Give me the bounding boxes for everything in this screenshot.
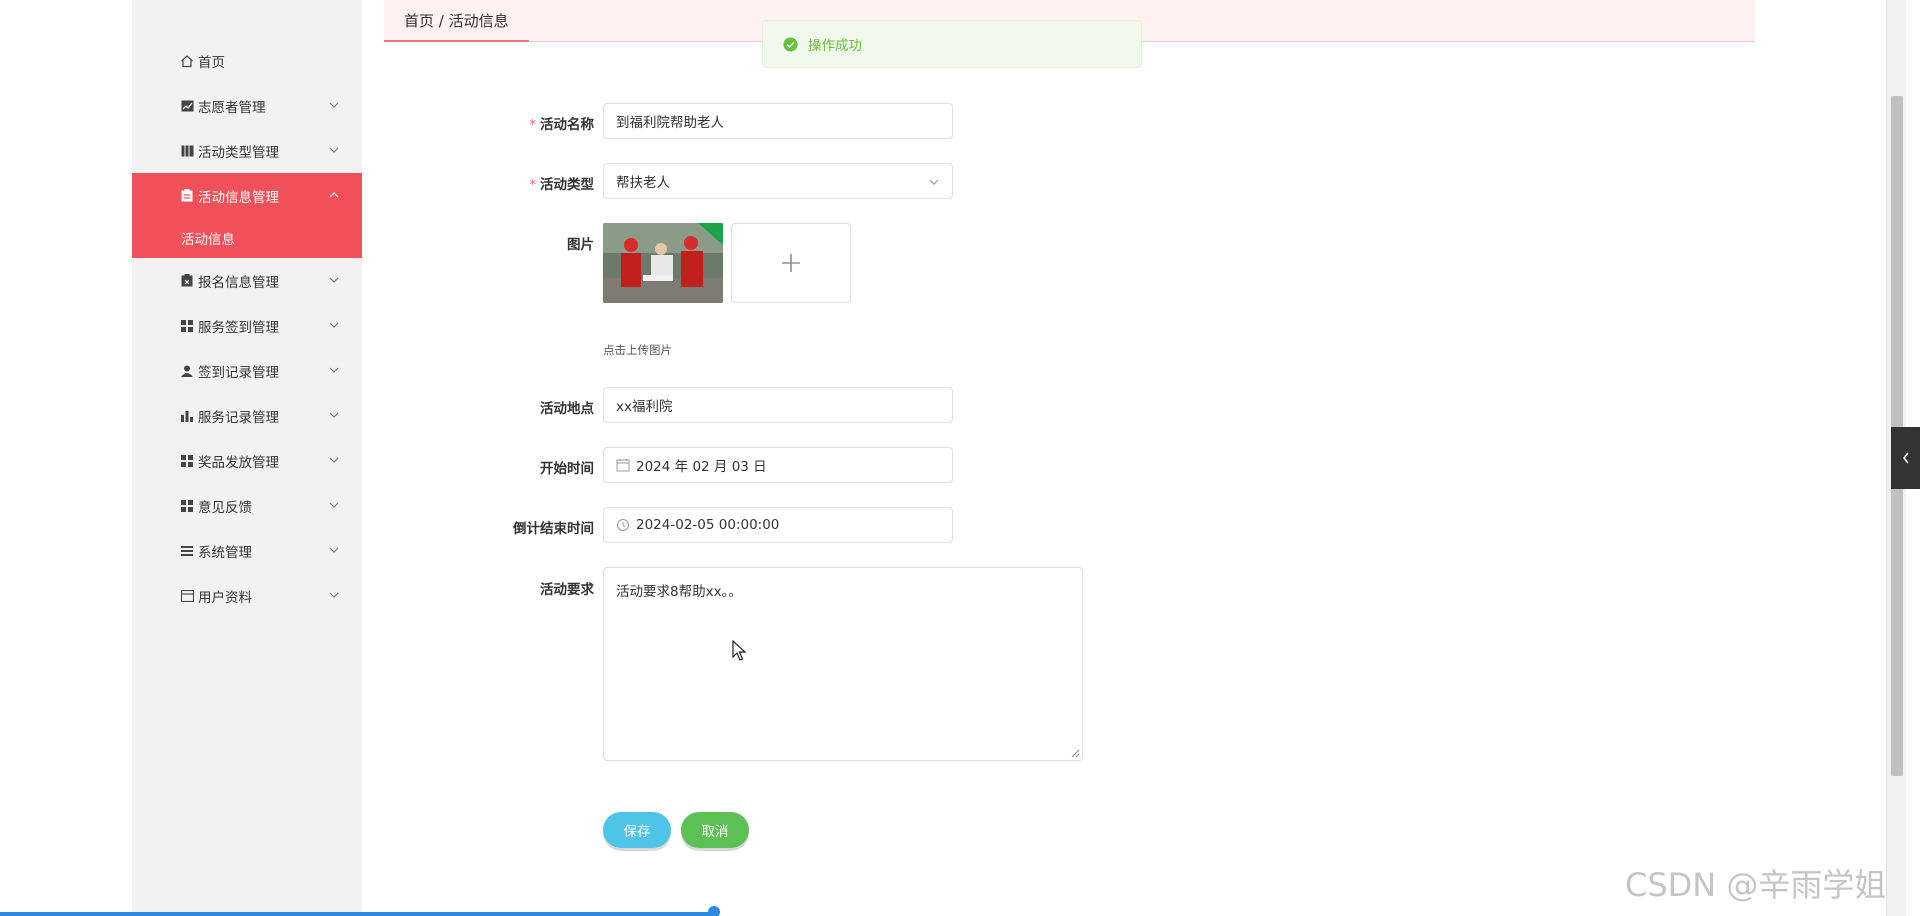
chevron-up-icon bbox=[329, 192, 339, 198]
calendar-icon bbox=[616, 459, 630, 472]
left-page-gutter bbox=[0, 0, 132, 916]
activity-name-value: 到福利院帮助老人 bbox=[616, 115, 724, 131]
sidebar-subitem-label: 活动信息 bbox=[181, 232, 235, 248]
list-icon bbox=[180, 544, 194, 558]
success-toast: 操作成功 bbox=[762, 20, 1142, 68]
sidebar-item-label: 首页 bbox=[198, 54, 225, 71]
requirements-textarea[interactable]: 活动要求8帮助xx。。 bbox=[603, 567, 1083, 761]
sidebar-item-label: 用户资料 bbox=[198, 589, 252, 606]
book-icon bbox=[180, 144, 194, 158]
sidebar: 首页 志愿者管理 活动类型管理 活动信息管理 活动信息 报名信息管理 服务签到管… bbox=[132, 0, 362, 916]
sidebar-item-profile[interactable]: 用户资料 bbox=[132, 573, 362, 618]
sidebar-item-label: 活动信息管理 bbox=[198, 189, 279, 206]
toast-message: 操作成功 bbox=[808, 38, 862, 54]
sidebar-item-prize-distribution[interactable]: 奖品发放管理 bbox=[132, 438, 362, 483]
clock-icon bbox=[617, 519, 629, 531]
start-time-value: 2024 年 02 月 03 日 bbox=[636, 459, 767, 475]
requirements-label: 活动要求 bbox=[540, 582, 594, 598]
sidebar-item-label: 服务签到管理 bbox=[198, 319, 279, 336]
end-time-label: 倒计结束时间 bbox=[513, 521, 594, 537]
activity-photo-thumbnail[interactable] bbox=[603, 223, 723, 303]
plus-icon bbox=[782, 254, 800, 272]
chevron-down-icon bbox=[329, 277, 339, 283]
activity-type-value: 帮扶老人 bbox=[616, 175, 670, 191]
start-time-picker[interactable]: 2024 年 02 月 03 日 bbox=[603, 447, 953, 483]
required-mark: * bbox=[529, 177, 536, 193]
chevron-down-icon bbox=[329, 502, 339, 508]
sidebar-item-checkin-records[interactable]: 签到记录管理 bbox=[132, 348, 362, 393]
sidebar-subitem-activity-info[interactable]: 活动信息 bbox=[132, 218, 362, 258]
clipboard-icon bbox=[180, 189, 194, 203]
chevron-down-icon bbox=[329, 147, 339, 153]
sidebar-item-activity-info[interactable]: 活动信息管理 bbox=[132, 173, 362, 218]
card-icon bbox=[180, 589, 194, 603]
home-icon bbox=[180, 54, 194, 68]
chevron-down-icon bbox=[329, 322, 339, 328]
chevron-down-icon bbox=[329, 547, 339, 553]
sidebar-item-service-checkin[interactable]: 服务签到管理 bbox=[132, 303, 362, 348]
sidebar-item-label: 签到记录管理 bbox=[198, 364, 279, 381]
chevron-down-icon bbox=[329, 102, 339, 108]
required-mark: * bbox=[529, 117, 536, 133]
bar-chart-icon bbox=[180, 409, 194, 423]
location-input[interactable]: xx福利院 bbox=[603, 387, 953, 423]
sidebar-item-label: 奖品发放管理 bbox=[198, 454, 279, 471]
chevron-down-icon bbox=[329, 412, 339, 418]
chevron-down-icon bbox=[929, 179, 939, 185]
upload-hint[interactable]: 点击上传图片 bbox=[603, 342, 672, 358]
chevron-down-icon bbox=[329, 457, 339, 463]
sidebar-item-label: 意见反馈 bbox=[198, 499, 252, 516]
activity-type-label: * 活动类型 bbox=[529, 177, 594, 193]
sidebar-item-label: 活动类型管理 bbox=[198, 144, 279, 161]
sidebar-item-volunteers[interactable]: 志愿者管理 bbox=[132, 83, 362, 128]
chart-icon bbox=[180, 99, 194, 113]
grid-icon bbox=[180, 319, 194, 333]
save-button[interactable]: 保存 bbox=[603, 812, 671, 848]
mouse-cursor-icon bbox=[732, 640, 747, 661]
side-panel-toggle[interactable] bbox=[1891, 427, 1920, 489]
grid-icon bbox=[180, 454, 194, 468]
cancel-button[interactable]: 取消 bbox=[681, 812, 749, 848]
sidebar-item-label: 系统管理 bbox=[198, 544, 252, 561]
file-icon bbox=[180, 274, 194, 288]
location-value: xx福利院 bbox=[616, 399, 673, 415]
progress-line bbox=[0, 912, 716, 916]
location-label: 活动地点 bbox=[540, 401, 594, 417]
chevron-down-icon bbox=[329, 367, 339, 373]
sidebar-menu: 首页 志愿者管理 活动类型管理 活动信息管理 活动信息 报名信息管理 服务签到管… bbox=[132, 0, 362, 618]
grid-icon bbox=[180, 499, 194, 513]
sidebar-item-service-records[interactable]: 服务记录管理 bbox=[132, 393, 362, 438]
watermark: CSDN @辛雨学姐 bbox=[1625, 866, 1887, 904]
check-circle-icon bbox=[783, 36, 798, 52]
chevron-left-icon bbox=[1902, 452, 1909, 464]
sidebar-item-label: 报名信息管理 bbox=[198, 274, 279, 291]
sidebar-item-feedback[interactable]: 意见反馈 bbox=[132, 483, 362, 528]
chevron-down-icon bbox=[329, 592, 339, 598]
user-icon bbox=[180, 364, 194, 378]
activity-name-label: * 活动名称 bbox=[529, 117, 594, 133]
start-time-label: 开始时间 bbox=[540, 461, 594, 477]
progress-handle[interactable] bbox=[708, 906, 720, 916]
breadcrumb[interactable]: 首页 / 活动信息 bbox=[384, 0, 529, 42]
end-time-value: 2024-02-05 00:00:00 bbox=[636, 517, 780, 533]
requirements-value: 活动要求8帮助xx。。 bbox=[616, 584, 742, 600]
sidebar-group-activity-info: 活动信息管理 活动信息 bbox=[132, 173, 362, 258]
sidebar-item-registration[interactable]: 报名信息管理 bbox=[132, 258, 362, 303]
end-time-picker[interactable]: 2024-02-05 00:00:00 bbox=[603, 507, 953, 543]
sidebar-item-label: 志愿者管理 bbox=[198, 99, 266, 116]
activity-type-select[interactable]: 帮扶老人 bbox=[603, 163, 953, 199]
sidebar-item-label: 服务记录管理 bbox=[198, 409, 279, 426]
image-upload-box[interactable] bbox=[731, 223, 851, 303]
image-label: 图片 bbox=[567, 237, 594, 253]
sidebar-item-system[interactable]: 系统管理 bbox=[132, 528, 362, 573]
sidebar-item-home[interactable]: 首页 bbox=[132, 38, 362, 83]
activity-name-input[interactable]: 到福利院帮助老人 bbox=[603, 103, 953, 139]
sidebar-item-activity-types[interactable]: 活动类型管理 bbox=[132, 128, 362, 173]
resize-grip-icon[interactable] bbox=[1070, 748, 1080, 758]
